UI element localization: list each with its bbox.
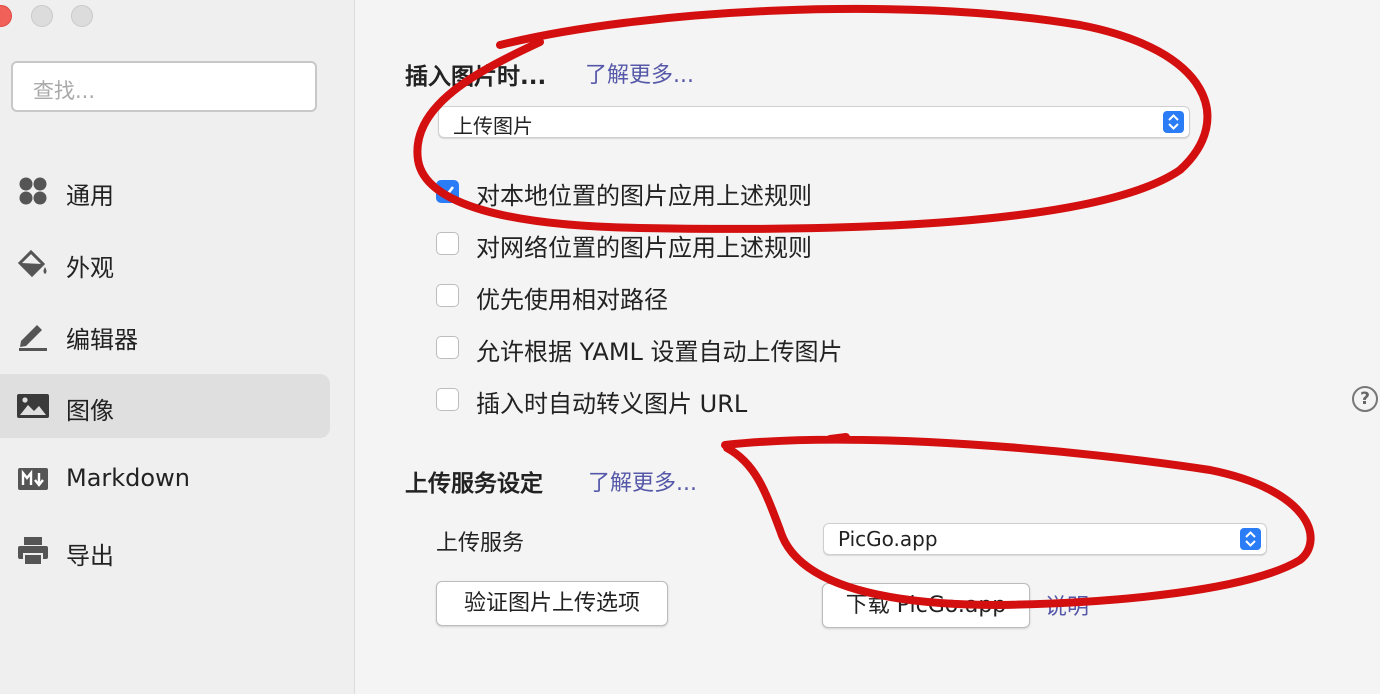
minimize-window-button[interactable] bbox=[31, 5, 53, 27]
insert-learn-more-link[interactable]: 了解更多... bbox=[585, 57, 694, 89]
zoom-window-button[interactable] bbox=[71, 5, 93, 27]
download-picgo-button[interactable]: 下载 PicGo.app bbox=[822, 583, 1030, 628]
sidebar-item-label: 图像 bbox=[66, 397, 114, 425]
image-preferences-panel: 插入图片时... 了解更多... 上传图片 对本地位置的图片应用上述规则 对网络… bbox=[356, 0, 1380, 694]
apply-network-label: 对网络位置的图片应用上述规则 bbox=[476, 234, 812, 262]
grid-icon bbox=[19, 177, 47, 205]
close-window-button[interactable] bbox=[0, 5, 12, 27]
sidebar-item-export[interactable]: 导出 bbox=[0, 519, 330, 583]
sidebar-item-label: 外观 bbox=[66, 254, 114, 282]
sidebar-item-label: 通用 bbox=[66, 182, 114, 210]
upload-service-label: 上传服务 bbox=[436, 531, 525, 556]
relative-path-checkbox[interactable] bbox=[436, 284, 459, 307]
escape-url-checkbox[interactable] bbox=[436, 388, 459, 411]
insert-action-select[interactable]: 上传图片 bbox=[438, 106, 1190, 138]
image-icon bbox=[17, 394, 49, 418]
upload-section-title: 上传服务设定 bbox=[405, 471, 543, 497]
yaml-upload-checkbox[interactable] bbox=[436, 336, 459, 359]
chevron-up-down-icon bbox=[1163, 111, 1184, 133]
insert-section-title: 插入图片时... bbox=[405, 64, 547, 90]
paint-bucket-icon bbox=[17, 249, 47, 278]
search-input[interactable]: 查找... bbox=[11, 61, 317, 112]
sidebar: 查找... 通用 外观 编辑器 图像 Markdown 导出 bbox=[0, 0, 355, 694]
sidebar-item-label: 导出 bbox=[66, 542, 114, 570]
sidebar-item-label: Markdown bbox=[66, 464, 190, 492]
sidebar-item-general[interactable]: 通用 bbox=[0, 159, 330, 223]
help-icon[interactable]: ? bbox=[1352, 386, 1378, 412]
markdown-icon bbox=[18, 468, 48, 490]
apply-local-label: 对本地位置的图片应用上述规则 bbox=[476, 182, 812, 210]
upload-learn-more-link[interactable]: 了解更多... bbox=[588, 465, 697, 497]
apply-network-checkbox[interactable] bbox=[436, 232, 459, 255]
checkmark-icon bbox=[441, 186, 455, 198]
apply-local-checkbox[interactable] bbox=[436, 180, 459, 203]
pencil-icon bbox=[19, 325, 47, 351]
explain-link[interactable]: 说明 bbox=[1045, 589, 1089, 621]
chevron-up-down-icon bbox=[1240, 528, 1261, 550]
sidebar-item-image[interactable]: 图像 bbox=[0, 374, 330, 438]
upload-service-select[interactable]: PicGo.app bbox=[823, 523, 1267, 555]
sidebar-item-markdown[interactable]: Markdown bbox=[0, 447, 330, 511]
verify-upload-button[interactable]: 验证图片上传选项 bbox=[436, 581, 668, 626]
printer-icon bbox=[18, 537, 48, 566]
escape-url-label: 插入时自动转义图片 URL bbox=[476, 390, 748, 418]
sidebar-item-appearance[interactable]: 外观 bbox=[0, 231, 330, 295]
relative-path-label: 优先使用相对路径 bbox=[476, 286, 668, 314]
yaml-upload-label: 允许根据 YAML 设置自动上传图片 bbox=[476, 338, 843, 366]
sidebar-item-editor[interactable]: 编辑器 bbox=[0, 303, 330, 367]
upload-service-value: PicGo.app bbox=[838, 527, 938, 551]
insert-action-value: 上传图片 bbox=[453, 114, 533, 138]
sidebar-item-label: 编辑器 bbox=[66, 326, 138, 354]
